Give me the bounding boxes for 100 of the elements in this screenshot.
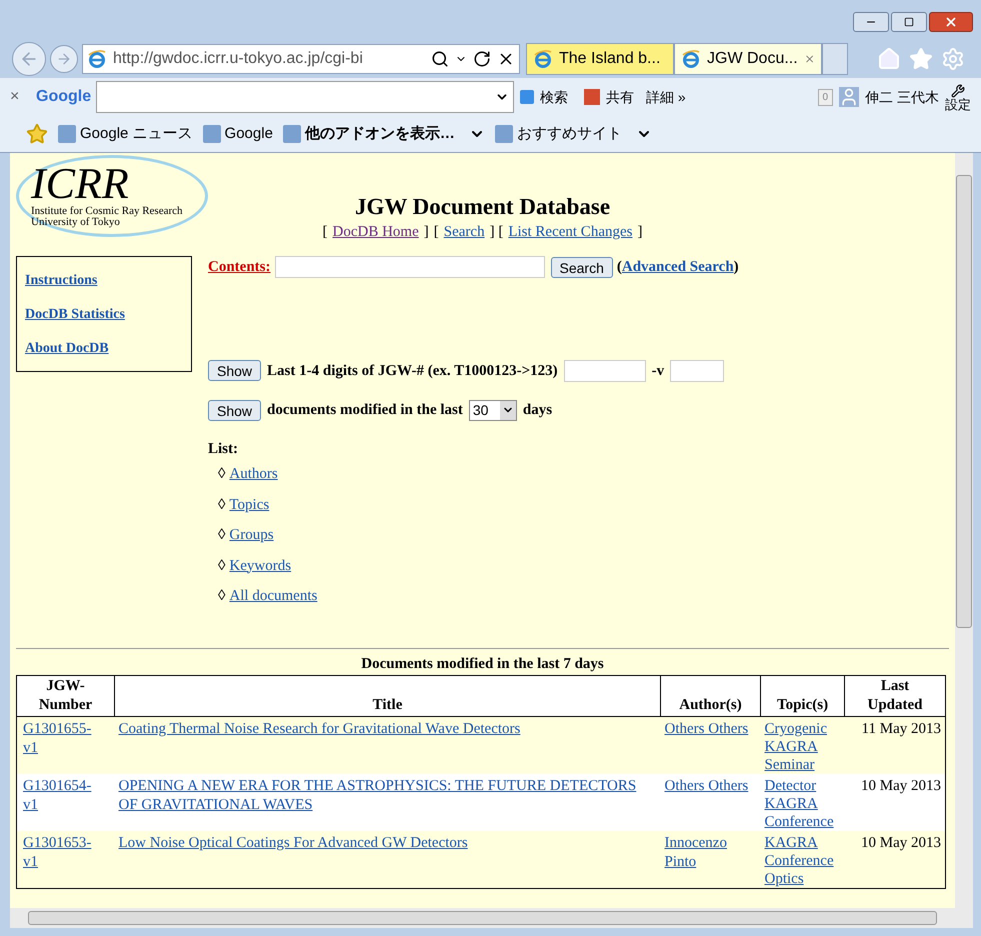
document-number-link[interactable]: G1301653- v1 — [23, 834, 108, 872]
topic-link[interactable]: Seminar — [764, 756, 840, 774]
updated-cell: 10 May 2013 — [844, 831, 946, 888]
search-button[interactable]: 検索 — [540, 86, 568, 108]
list-link[interactable]: Groups — [229, 524, 274, 546]
version-field[interactable] — [670, 360, 724, 382]
browser-tab[interactable]: The Island b... — [526, 43, 674, 75]
wrench-icon — [951, 84, 965, 98]
show-button[interactable]: Show — [208, 400, 262, 421]
document-title-link[interactable]: Coating Thermal Noise Research for Gravitational Wave Detectors — [118, 720, 656, 739]
author-link[interactable]: Others Others — [664, 777, 756, 796]
jgw-number-label: Last 1-4 digits of JGW-# (ex. T1000123->123) — [267, 362, 558, 380]
google-search-field[interactable] — [96, 81, 514, 113]
google-logo: Google — [36, 87, 90, 107]
more-button[interactable]: 詳細 » — [646, 86, 686, 108]
paren-text: ( — [616, 259, 622, 275]
favorites-star-icon[interactable] — [26, 123, 48, 145]
bracket-text: ] — [424, 223, 429, 242]
author-link[interactable]: Others Others — [664, 720, 756, 739]
list-heading: List: — [208, 440, 239, 458]
sidebar-link[interactable]: DocDB Statistics — [25, 304, 183, 325]
paren-text: ) — [734, 259, 739, 275]
settings-icon[interactable] — [941, 47, 965, 71]
browser-logo-icon — [87, 49, 107, 69]
column-header: JGW- Number — [16, 676, 114, 716]
contents-label: Contents: — [208, 258, 270, 277]
settings-button[interactable]: 設定 — [945, 98, 971, 110]
favorites-link[interactable]: Google — [224, 122, 273, 146]
document-title-link[interactable]: Low Noise Optical Coatings For Advanced GW Detectors — [118, 834, 656, 853]
jgw-number-field[interactable] — [564, 360, 646, 382]
bracket-text: [ — [322, 223, 328, 242]
updated-cell: 10 May 2013 — [844, 774, 946, 831]
site-icon — [494, 125, 513, 143]
favorites-link[interactable]: 他のアドオンを表示… — [304, 122, 455, 146]
bracket-text: ] [ — [490, 223, 504, 242]
topic-link[interactable]: Detector — [764, 777, 840, 795]
maximize-icon — [904, 17, 914, 27]
nav-link[interactable]: Search — [444, 221, 485, 244]
site-icon — [202, 125, 221, 143]
close-icon — [944, 15, 958, 29]
column-header: Title — [114, 676, 660, 716]
forward-arrow-icon — [56, 51, 72, 67]
browser-logo-icon — [681, 49, 701, 69]
document-number-link[interactable]: G1301654- v1 — [23, 777, 108, 815]
document-number-link[interactable]: G1301655- v1 — [23, 720, 108, 758]
document-title-link[interactable]: OPENING A NEW ERA FOR THE ASTROPHYSICS: THE FUTURE DETECTORS OF GRAVITATIONAL WAVES — [118, 777, 656, 815]
sidebar-link[interactable]: Instructions — [25, 270, 183, 291]
new-tab-button[interactable] — [822, 43, 848, 75]
avatar-icon — [839, 87, 860, 107]
author-link[interactable]: Innocenzo Pinto — [664, 834, 756, 872]
nav-link[interactable]: List Recent Changes — [508, 221, 632, 244]
bracket-text: [ — [434, 223, 439, 242]
days-label: days — [522, 401, 552, 420]
browser-tab[interactable]: JGW Docu... — [674, 43, 822, 75]
favorites-icon[interactable] — [909, 47, 933, 71]
topic-link[interactable]: KAGRA — [764, 795, 840, 813]
icrr-logo: ICRR Institute for Cosmic Ray Research University of Tokyo — [16, 155, 208, 237]
table-caption: Documents modified in the last 7 days — [360, 654, 605, 674]
sidebar-link[interactable]: About DocDB — [25, 338, 183, 359]
nav-link[interactable]: DocDB Home — [332, 221, 419, 244]
site-icon — [282, 125, 301, 143]
contents-field[interactable] — [274, 256, 544, 278]
topic-link[interactable]: Optics — [764, 870, 840, 888]
vertical-scrollbar[interactable] — [955, 153, 973, 928]
forward-button[interactable] — [50, 45, 78, 73]
days-select[interactable]: 30 — [468, 400, 517, 421]
list-link[interactable]: Keywords — [229, 554, 292, 577]
modified-label: documents modified in the last — [267, 401, 463, 420]
topic-link[interactable]: Conference — [764, 813, 840, 831]
bullet-text: ◊ — [218, 496, 226, 514]
list-link[interactable]: Topics — [229, 494, 270, 516]
close-button[interactable] — [929, 12, 973, 32]
refresh-icon[interactable] — [473, 50, 491, 68]
topic-link[interactable]: KAGRA — [764, 834, 840, 852]
browser-logo-icon — [533, 49, 553, 69]
bullet-text: ◊ — [218, 587, 226, 606]
maximize-button[interactable] — [891, 12, 927, 32]
share-button[interactable]: 共有 — [606, 86, 634, 108]
list-link[interactable]: All documents — [229, 585, 318, 608]
user-menu[interactable]: 伸二 三代木 — [865, 86, 939, 108]
favorites-link[interactable]: おすすめサイト — [516, 122, 622, 146]
show-button[interactable]: Show — [208, 360, 262, 382]
search-button[interactable]: Search — [550, 256, 613, 278]
list-link[interactable]: Authors — [229, 463, 278, 486]
home-icon[interactable] — [877, 47, 901, 71]
address-bar[interactable]: http://gwdoc.icrr.u-tokyo.ac.jp/cgi-bi — [82, 44, 520, 74]
close-toolbar-button[interactable]: × — [10, 85, 30, 109]
topic-link[interactable]: Cryogenic — [764, 720, 840, 738]
topic-link[interactable]: KAGRA — [764, 738, 840, 756]
search-icon[interactable] — [431, 50, 449, 68]
bullet-text: ◊ — [218, 526, 226, 545]
favorites-link[interactable]: Google ニュース — [80, 122, 193, 146]
bullet-text: ◊ — [218, 556, 226, 576]
topic-link[interactable]: Conference — [764, 852, 840, 870]
bullet-text: ◊ — [218, 465, 226, 484]
url-text: http://gwdoc.icrr.u-tokyo.ac.jp/cgi-bi — [113, 49, 363, 69]
horizontal-scrollbar[interactable] — [10, 908, 955, 928]
site-icon — [58, 125, 76, 143]
back-button[interactable] — [12, 42, 46, 76]
advanced-search-link[interactable]: Advanced Search — [622, 259, 734, 275]
